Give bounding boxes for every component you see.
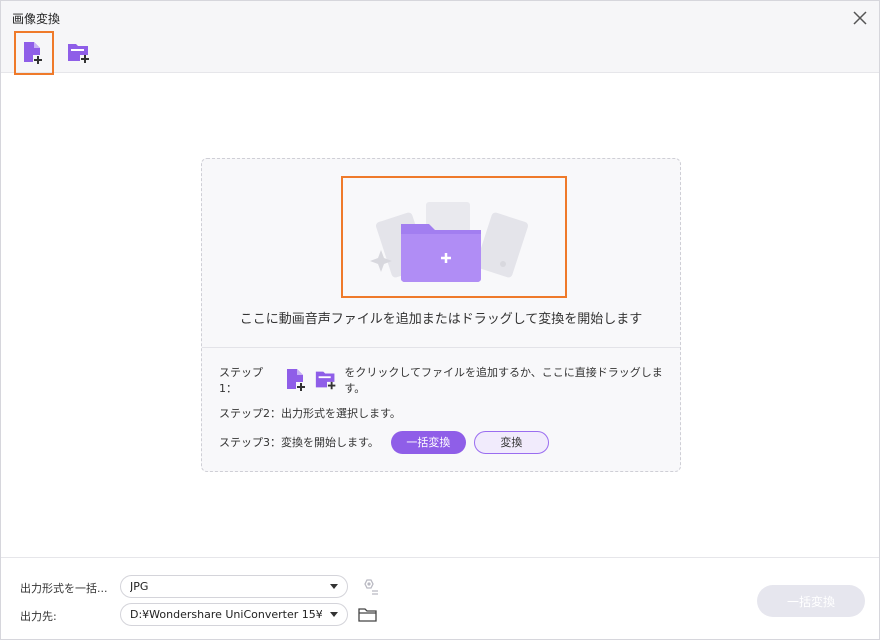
step1-label: ステップ1：	[219, 366, 263, 395]
step3-label: ステップ3：変換を開始します。	[219, 436, 379, 449]
add-folder-icon	[316, 371, 336, 390]
window-title: 画像変換	[12, 12, 61, 26]
step-add-folder-button[interactable]	[314, 367, 340, 393]
file-drop-zone[interactable]: ここに動画音声ファイルを追加またはドラッグして変換を開始します ステップ1： を…	[201, 158, 681, 472]
output-folder-select[interactable]: D:¥Wondershare UniConverter 15¥Im	[120, 603, 348, 626]
header: 画像変換	[1, 1, 879, 75]
add-file-icon	[287, 369, 306, 391]
open-folder-button[interactable]	[358, 607, 378, 627]
convert-all-button[interactable]: 一括変換	[757, 585, 865, 617]
batch-convert-button[interactable]: 一括変換	[390, 430, 466, 454]
add-folder-icon	[68, 44, 89, 63]
footer: 出力形式を一括... JPG 出力先: D:¥Wondershare UniCo…	[1, 557, 879, 639]
step-3: ステップ3：変換を開始します。 一括変換 変換	[219, 430, 549, 454]
image-converter-window: 画像変換 ここに動画音声ファイルを追加またはドラッグして変換を開始します ステッ…	[0, 0, 880, 640]
gear-icon	[364, 579, 378, 595]
step-1: ステップ1： をクリックしてファイルを追加するか、ここに直接ドラッグします。	[219, 366, 680, 395]
add-file-button[interactable]	[14, 31, 54, 75]
output-format-value: JPG	[130, 580, 149, 593]
format-settings-button[interactable]	[359, 578, 379, 600]
close-icon	[853, 11, 867, 25]
output-format-select[interactable]: JPG	[120, 575, 348, 598]
convert-button[interactable]: 変換	[473, 430, 549, 454]
add-folder-button[interactable]	[60, 31, 100, 75]
folder-icon	[358, 608, 377, 622]
divider	[202, 347, 680, 348]
folder-plus-icon	[370, 202, 528, 282]
drop-instruction: ここに動画音声ファイルを追加またはドラッグして変換を開始します	[239, 312, 643, 327]
add-files-target[interactable]	[341, 176, 567, 298]
output-folder-value: D:¥Wondershare UniConverter 15¥Im	[130, 608, 322, 621]
step-2: ステップ2：出力形式を選択します。	[219, 405, 401, 421]
step-add-file-button[interactable]	[284, 367, 310, 393]
add-file-icon	[24, 42, 42, 64]
chevron-down-icon	[330, 584, 338, 589]
step1-text: をクリックしてファイルを追加するか、ここに直接ドラッグします。	[344, 366, 663, 395]
close-button[interactable]	[851, 9, 869, 27]
output-format-label: 出力形式を一括...	[20, 582, 108, 595]
output-folder-label: 出力先:	[20, 610, 57, 623]
chevron-down-icon	[330, 612, 338, 617]
step2-text: ステップ2：出力形式を選択します。	[219, 407, 401, 420]
